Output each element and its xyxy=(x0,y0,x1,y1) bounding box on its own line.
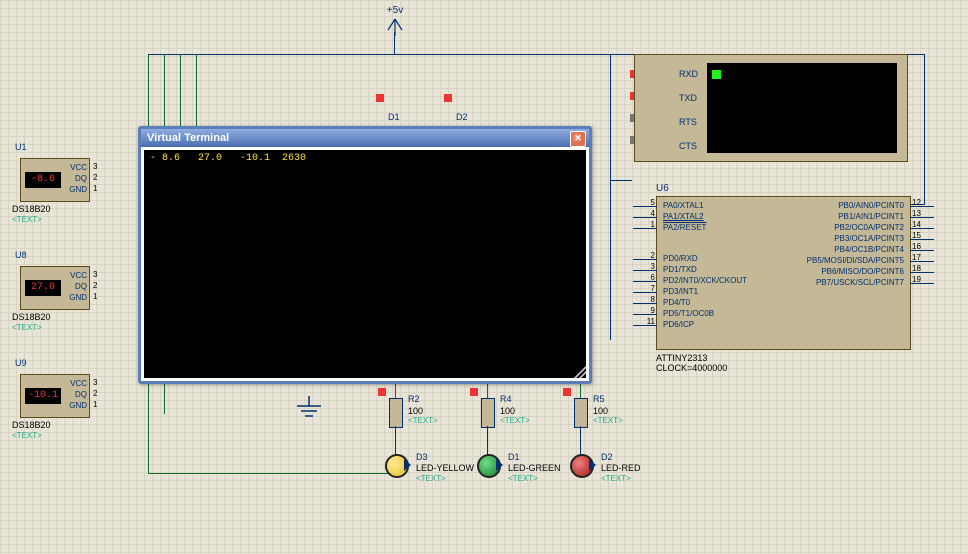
resize-handle-icon[interactable] xyxy=(574,366,586,378)
ground-icon xyxy=(294,396,324,422)
terminal-output: - 8.6 27.0 -10.1 2630 xyxy=(144,150,586,378)
res-1-value: 100 xyxy=(500,406,515,416)
virtual-com-led-icon xyxy=(712,70,721,79)
res-2-value: 100 xyxy=(593,406,608,416)
sensor-1-text: <TEXT> xyxy=(12,323,42,332)
sensor-1[interactable]: 27.0 VCCDQGND 321 xyxy=(20,266,140,308)
res-0-designator: R2 xyxy=(408,394,420,404)
sensor-0-pinnames: VCCDQGND xyxy=(63,162,87,195)
sensor-2-text: <TEXT> xyxy=(12,431,42,440)
res-1-text: <TEXT> xyxy=(500,416,530,425)
mcu-designator: U6 xyxy=(656,183,669,194)
terminal-titlebar[interactable]: Virtual Terminal ✕ xyxy=(141,129,589,147)
res-1[interactable] xyxy=(481,398,495,428)
implied-d1-top: D1 xyxy=(388,112,400,122)
led-2-designator: D2 xyxy=(601,452,613,462)
sensor-1-value: 27.0 xyxy=(25,280,61,296)
res-0-text: <TEXT> xyxy=(408,416,438,425)
mcu-part: ATTINY2313 xyxy=(656,353,707,363)
sensor-1-part: DS18B20 xyxy=(12,312,51,322)
sensor-0-value: -8.6 xyxy=(25,172,61,188)
led-0-text: <TEXT> xyxy=(416,474,446,483)
led-1-text: <TEXT> xyxy=(508,474,538,483)
sensor-0-part: DS18B20 xyxy=(12,204,51,214)
led-1-part: LED-GREEN xyxy=(508,463,561,473)
implied-d2-top: D2 xyxy=(456,112,468,122)
res-2-designator: R5 xyxy=(593,394,605,404)
res-0[interactable] xyxy=(389,398,403,428)
res-2-text: <TEXT> xyxy=(593,416,623,425)
sensor-0[interactable]: -8.6 VCCDQGND 321 xyxy=(20,158,140,200)
led-2-part: LED-RED xyxy=(601,463,641,473)
mcu-clock: CLOCK=4000000 xyxy=(656,363,727,373)
sensor-2-value: -10.1 xyxy=(25,388,61,404)
sensor-0-designator: U1 xyxy=(15,142,27,152)
sensor-1-designator: U8 xyxy=(15,250,27,260)
sensor-2[interactable]: -10.1 VCCDQGND 321 xyxy=(20,374,140,416)
sensor-0-text: <TEXT> xyxy=(12,215,42,224)
led-2-text: <TEXT> xyxy=(601,474,631,483)
sensor-2-designator: U9 xyxy=(15,358,27,368)
sensor-2-part: DS18B20 xyxy=(12,420,51,430)
close-icon[interactable]: ✕ xyxy=(570,131,586,147)
virtual-com[interactable]: RXD TXD RTS CTS xyxy=(634,54,908,162)
vcom-pin-rxd: RXD xyxy=(679,69,698,79)
power-label: +5v xyxy=(385,5,405,16)
virtual-com-screen xyxy=(707,63,897,153)
led-0-designator: D3 xyxy=(416,452,428,462)
res-2[interactable] xyxy=(574,398,588,428)
sensor-0-pinnums: 321 xyxy=(93,161,97,194)
power-arrow-icon xyxy=(385,16,405,36)
res-1-designator: R4 xyxy=(500,394,512,404)
power-5v: +5v xyxy=(385,5,405,38)
vcom-pin-cts: CTS xyxy=(679,141,697,151)
res-0-value: 100 xyxy=(408,406,423,416)
vcom-pin-rts: RTS xyxy=(679,117,697,127)
led-1-designator: D1 xyxy=(508,452,520,462)
virtual-terminal-window[interactable]: Virtual Terminal ✕ - 8.6 27.0 -10.1 2630 xyxy=(138,126,592,384)
mcu[interactable]: 5PA0/XTAL1 4PA1/XTAL2 1PA2/RESET 2PD0/RX… xyxy=(656,196,911,350)
terminal-title-text: Virtual Terminal xyxy=(147,132,229,144)
vcom-pin-txd: TXD xyxy=(679,93,697,103)
led-0-part: LED-YELLOW xyxy=(416,463,474,473)
